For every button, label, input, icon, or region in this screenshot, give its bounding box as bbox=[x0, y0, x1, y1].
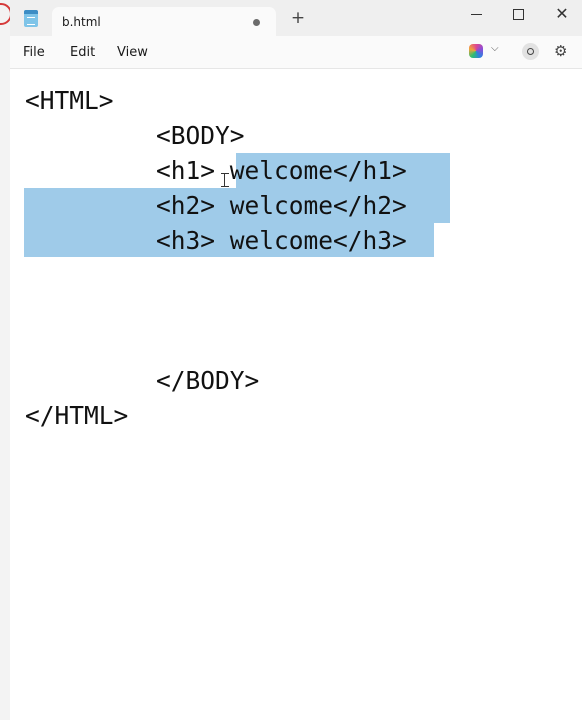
menu-view[interactable]: View bbox=[117, 45, 148, 60]
tab-title: b.html bbox=[62, 15, 101, 29]
code-line-h2: <h2> welcome</h2> bbox=[156, 191, 407, 220]
unsaved-dot-icon[interactable] bbox=[253, 19, 260, 26]
close-button[interactable]: ✕ bbox=[548, 4, 576, 24]
close-icon: ✕ bbox=[555, 4, 569, 23]
menu-bar: File Edit View ⌵ ⚙ bbox=[10, 36, 582, 69]
code-line-body-open: <BODY> bbox=[156, 121, 245, 150]
code-line-h3: <h3> welcome</h3> bbox=[156, 226, 407, 255]
tab-b-html[interactable]: b.html bbox=[52, 7, 276, 36]
code-line-h1: <h1> welcome</h1> bbox=[156, 156, 407, 185]
notepad-app-icon bbox=[24, 10, 38, 27]
minimize-button[interactable] bbox=[462, 4, 490, 24]
chevron-down-icon[interactable]: ⌵ bbox=[491, 43, 499, 54]
account-icon[interactable] bbox=[522, 43, 539, 60]
code-line-html-close: </HTML> bbox=[25, 401, 129, 430]
title-bar: b.html + ✕ bbox=[10, 0, 582, 36]
menu-file[interactable]: File bbox=[23, 45, 45, 60]
code-line-html-open: <HTML> bbox=[25, 86, 114, 115]
menu-edit[interactable]: Edit bbox=[70, 45, 95, 60]
gear-icon[interactable]: ⚙ bbox=[554, 43, 567, 59]
code-line-body-close: </BODY> bbox=[156, 366, 260, 395]
text-cursor-icon bbox=[221, 173, 232, 187]
text-editor-area[interactable]: <HTML> <BODY> <h1> welcome</h1> <h2> wel… bbox=[10, 69, 582, 720]
new-tab-button[interactable]: + bbox=[290, 10, 306, 27]
maximize-icon bbox=[512, 8, 524, 20]
copilot-icon[interactable] bbox=[469, 44, 483, 58]
maximize-button[interactable] bbox=[504, 4, 532, 24]
minimize-icon bbox=[470, 13, 482, 15]
